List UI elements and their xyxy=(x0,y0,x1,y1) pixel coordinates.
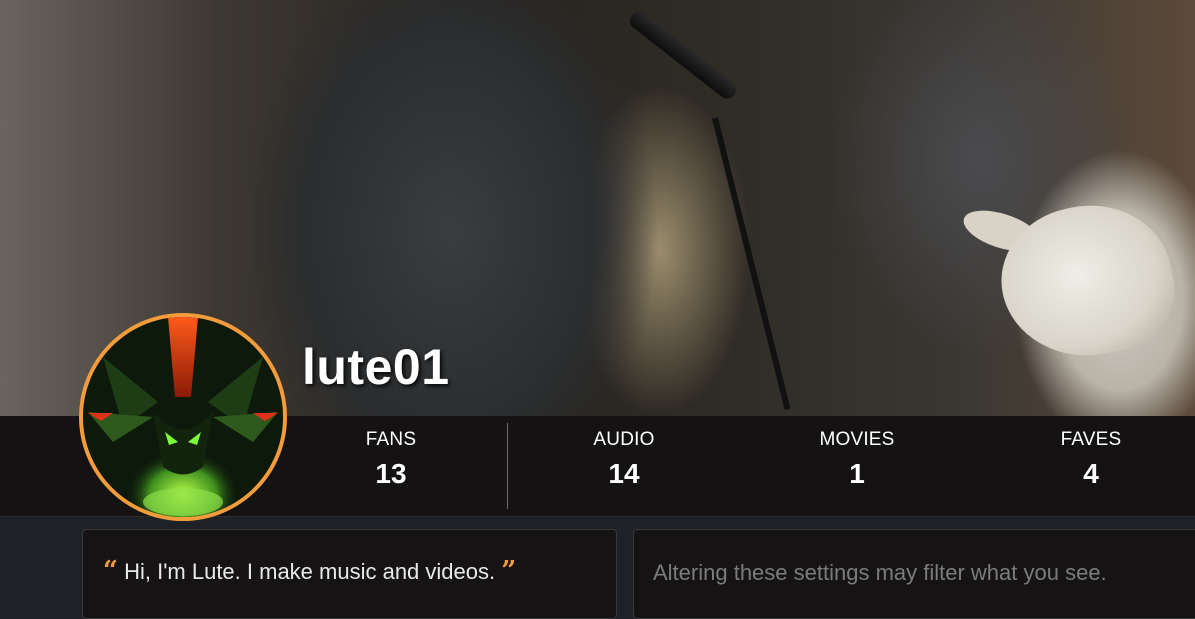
stat-movies-label: MOVIES xyxy=(819,429,895,450)
filter-settings-note: Altering these settings may filter what … xyxy=(653,560,1107,585)
stat-movies-value: 1 xyxy=(849,458,865,489)
stat-faves-value: 4 xyxy=(1083,458,1099,489)
profile-avatar[interactable] xyxy=(79,313,287,521)
stats-divider xyxy=(507,423,508,509)
stat-audio-value: 14 xyxy=(608,458,640,489)
stat-faves-label: FAVES xyxy=(1060,429,1122,450)
profile-quote-panel: “ Hi, I'm Lute. I make music and videos.… xyxy=(82,529,617,619)
content-filter-panel: Altering these settings may filter what … xyxy=(633,529,1195,619)
banner-microphone xyxy=(626,7,740,103)
stat-audio-label: AUDIO xyxy=(593,429,655,450)
quote-open-mark: “ xyxy=(103,556,118,586)
profile-quote-text: Hi, I'm Lute. I make music and videos. xyxy=(124,559,496,584)
stat-fans[interactable]: FANS 13 xyxy=(291,416,491,516)
stat-fans-value: 13 xyxy=(375,458,407,489)
quote-close-mark: ” xyxy=(501,556,517,586)
stat-fans-label: FANS xyxy=(365,429,417,450)
banner-goat-head xyxy=(988,189,1186,373)
profile-quote: “ Hi, I'm Lute. I make music and videos.… xyxy=(103,556,516,586)
stat-audio[interactable]: AUDIO 14 xyxy=(524,416,724,516)
stat-movies[interactable]: MOVIES 1 xyxy=(757,416,957,516)
shadow-character-avatar-icon xyxy=(83,317,283,517)
banner-mic-cable xyxy=(712,117,791,410)
profile-username[interactable]: lute01 xyxy=(302,338,450,396)
stat-faves[interactable]: FAVES 4 xyxy=(991,416,1191,516)
